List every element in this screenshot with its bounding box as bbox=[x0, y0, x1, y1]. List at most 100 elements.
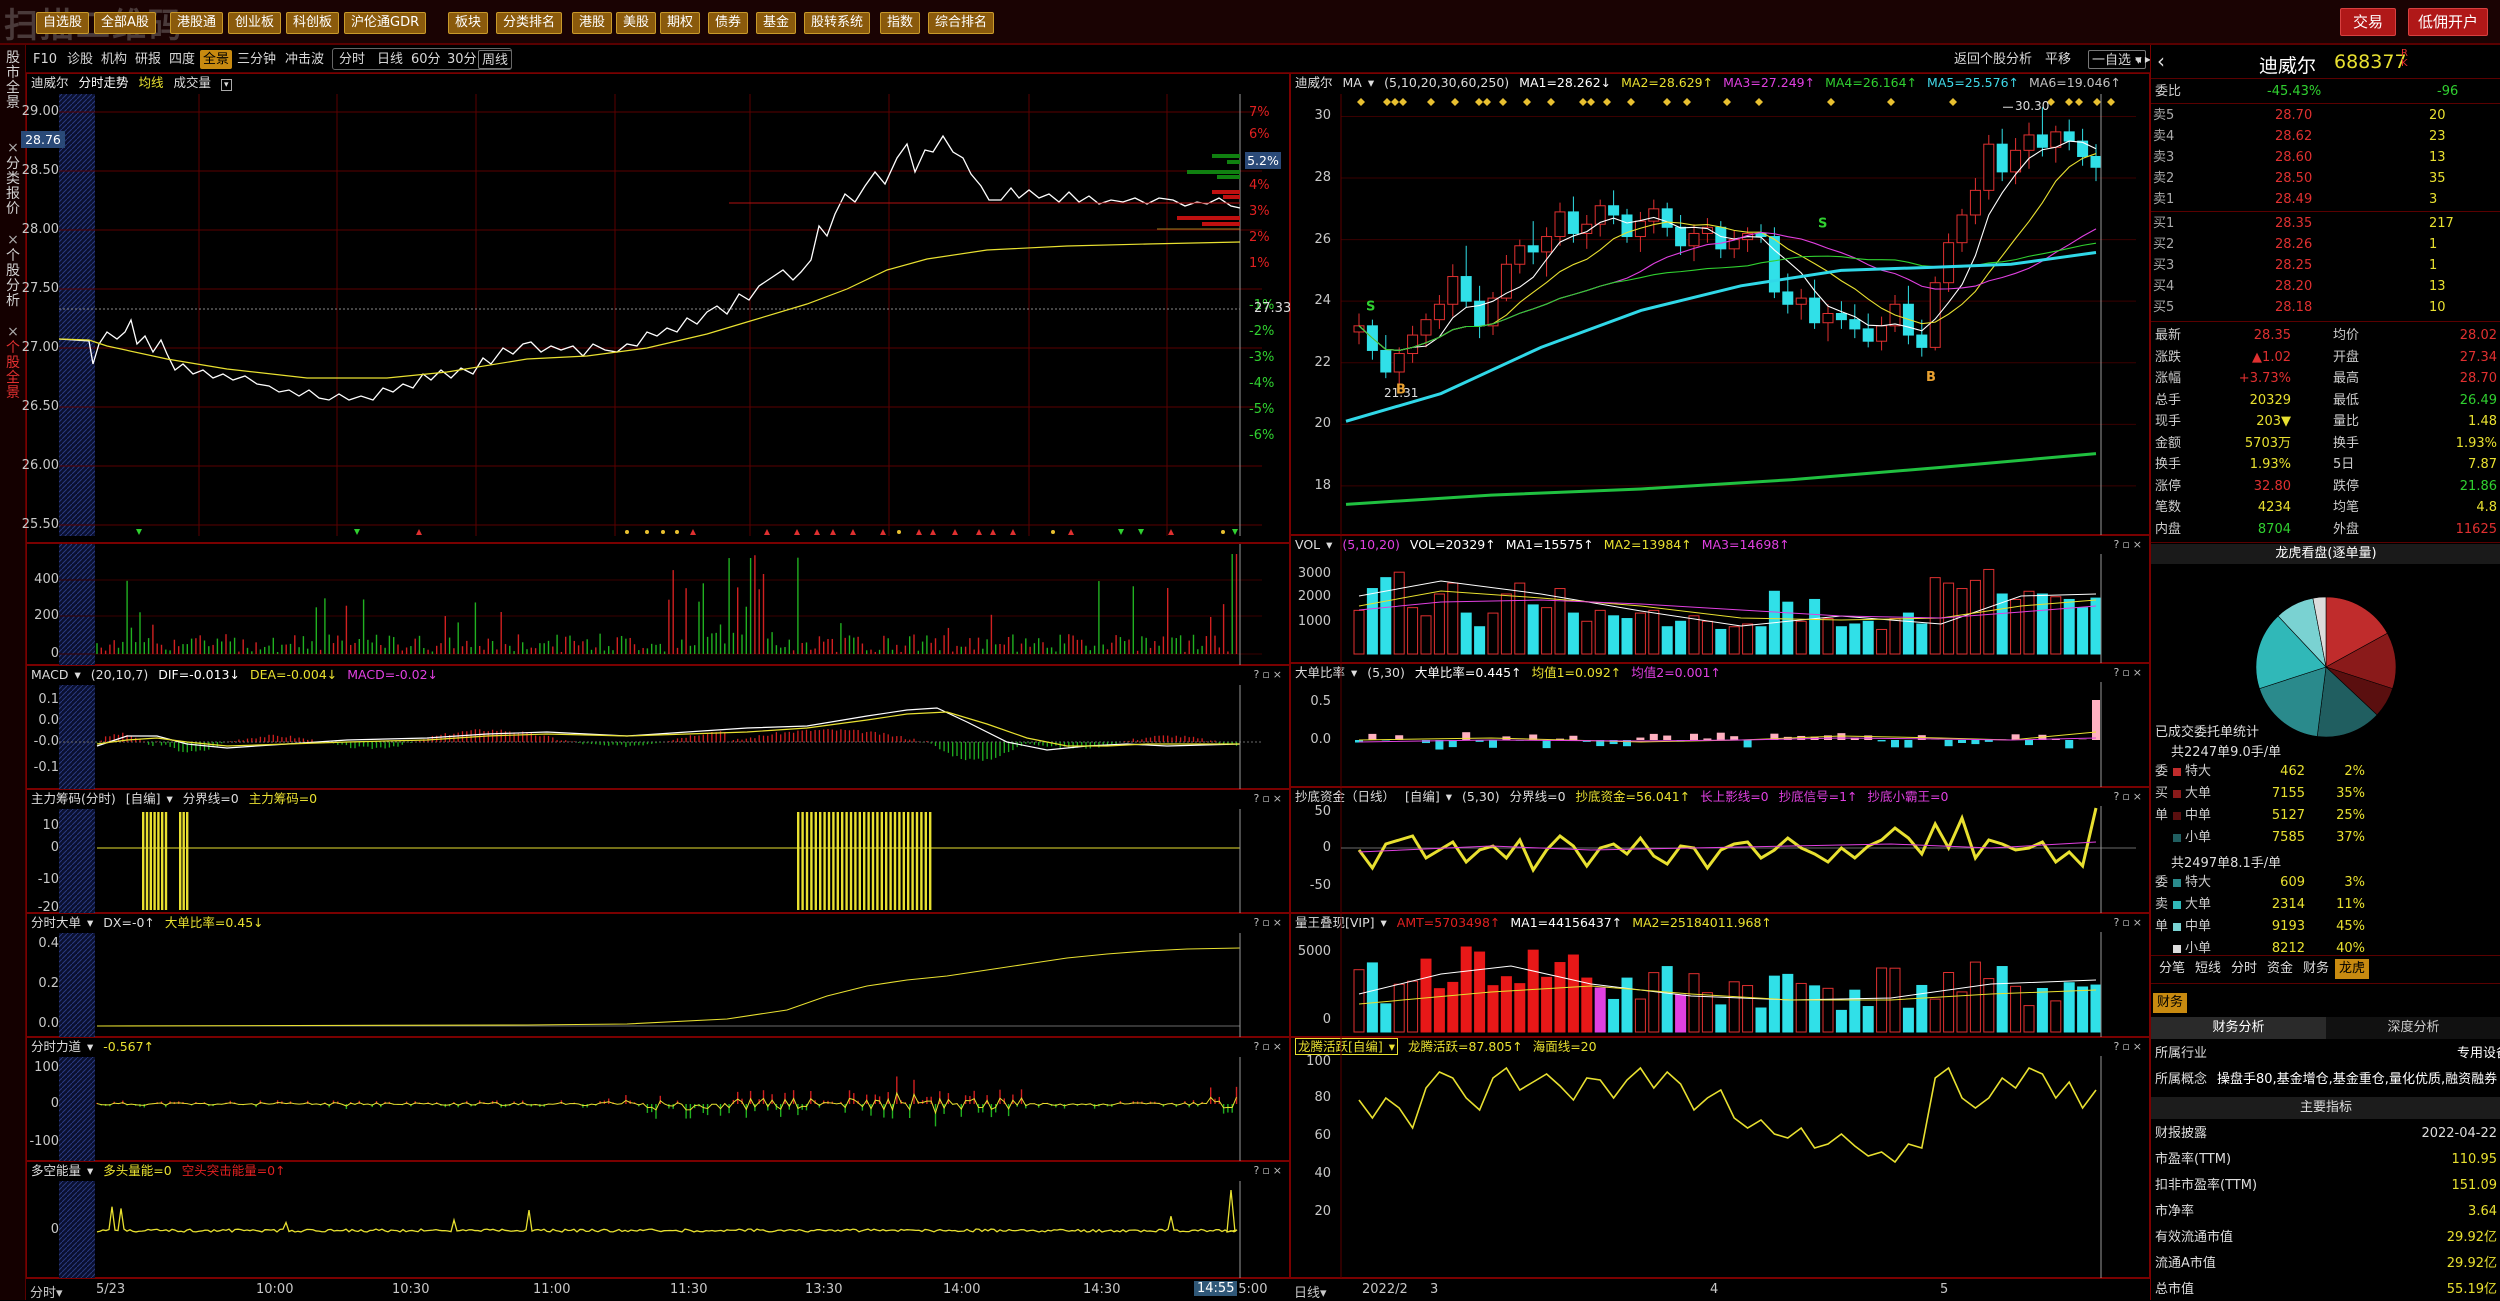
right-tab-1[interactable]: 短线 bbox=[2191, 959, 2225, 979]
toolbar-item-4[interactable]: 四度 bbox=[166, 50, 198, 69]
top-menu-bar: 扫描二维码 自选股全部A股港股通创业板科创板沪伦通GDR板块分类排名港股美股期权… bbox=[0, 0, 2500, 45]
pct-tick: -6% bbox=[1249, 428, 1289, 443]
quote-value: 21.86 bbox=[2401, 476, 2497, 497]
ask-volume: 20 bbox=[2429, 105, 2446, 126]
toolbar-item-3[interactable]: 研报 bbox=[132, 50, 164, 69]
volume-bar bbox=[1836, 627, 1846, 654]
amount-bar bbox=[1702, 993, 1712, 1032]
signal-triangle bbox=[1118, 529, 1124, 535]
bid-price: 28.26 bbox=[2275, 234, 2312, 255]
order-pct: 45% bbox=[2311, 916, 2365, 937]
menu-item[interactable]: 港股 bbox=[572, 12, 612, 34]
trade-button[interactable]: 交易 bbox=[2340, 8, 2396, 36]
ratio-bar bbox=[1730, 736, 1738, 740]
menu-item[interactable]: 股转系统 bbox=[804, 12, 870, 34]
right-tab-4[interactable]: 财务 bbox=[2299, 959, 2333, 979]
depth-bar bbox=[1223, 195, 1240, 199]
signal-diamond bbox=[1587, 98, 1595, 106]
chips-bar bbox=[859, 812, 861, 910]
back-arrow-icon[interactable]: ‹ bbox=[2157, 49, 2165, 73]
menu-item[interactable]: 板块 bbox=[448, 12, 488, 34]
right-tab-5[interactable]: 龙虎 bbox=[2335, 959, 2369, 979]
menu-item[interactable]: 沪伦通GDR bbox=[344, 12, 426, 34]
ratio-bar bbox=[2025, 740, 2033, 745]
menu-item[interactable]: 分类排名 bbox=[496, 12, 562, 34]
back-to-analysis-link[interactable]: 返回个股分析 bbox=[1951, 50, 2035, 69]
pct-tick: -2% bbox=[1249, 324, 1289, 339]
date-axis-mode[interactable]: 日线▾ bbox=[1294, 1282, 1327, 1301]
amount-bar bbox=[1850, 990, 1860, 1032]
metric-row: 流通A市值29.92亿 bbox=[2151, 1253, 2500, 1274]
quote-value: 1.93% bbox=[2401, 433, 2497, 454]
candle-body bbox=[1528, 246, 1538, 252]
menu-item[interactable]: 指数 bbox=[880, 12, 920, 34]
chips-bar bbox=[903, 812, 905, 910]
menu-item[interactable]: 创业板 bbox=[228, 12, 281, 34]
time-tick: 11:30 bbox=[670, 1282, 707, 1297]
finance-analysis-tab[interactable]: 财务分析 bbox=[2151, 1017, 2326, 1039]
vol-plot bbox=[1291, 536, 2151, 664]
chips-bar bbox=[165, 812, 167, 910]
menu-item[interactable]: 美股 bbox=[616, 12, 656, 34]
amount-bar bbox=[1408, 981, 1418, 1032]
menu-item[interactable]: 基金 bbox=[756, 12, 796, 34]
menu-item[interactable]: 全部A股 bbox=[94, 12, 156, 34]
menu-item[interactable]: 自选股 bbox=[36, 12, 89, 34]
buy-row-1: 买128.35217 bbox=[2151, 213, 2500, 234]
candle-body bbox=[1689, 233, 1699, 245]
toolbar-item-2[interactable]: 机构 bbox=[98, 50, 130, 69]
macd-tick: -0.1 bbox=[19, 760, 59, 775]
level-label: 卖5 bbox=[2153, 105, 2174, 126]
side-label: 买 bbox=[2155, 783, 2168, 804]
close-icon[interactable]: × bbox=[3, 325, 23, 340]
signal-diamond bbox=[2075, 98, 2083, 106]
buy-row-3: 买328.251 bbox=[2151, 255, 2500, 276]
tab-market-overview[interactable]: 股市全景 bbox=[3, 51, 23, 111]
menu-item[interactable]: 科创板 bbox=[286, 12, 339, 34]
menu-item[interactable]: 期权 bbox=[660, 12, 700, 34]
right-tab-2[interactable]: 分时 bbox=[2227, 959, 2261, 979]
signal-triangle bbox=[794, 529, 800, 535]
avg-line bbox=[59, 242, 1240, 378]
finance-tab[interactable]: 财务 bbox=[2153, 993, 2187, 1013]
toolbar-item-1[interactable]: 诊股 bbox=[64, 50, 96, 69]
toolbar-item-6[interactable]: 三分钟 bbox=[234, 50, 279, 69]
pre-open-zone bbox=[59, 685, 95, 790]
chips-bar bbox=[872, 812, 874, 910]
close-icon[interactable]: × bbox=[3, 141, 23, 156]
volume-bar bbox=[1622, 619, 1632, 654]
date-tick: 3 bbox=[1430, 1282, 1438, 1297]
menu-item[interactable]: 综合排名 bbox=[928, 12, 994, 34]
volume-bar bbox=[1408, 608, 1418, 654]
pct-tick: 3% bbox=[1249, 204, 1289, 219]
sell-row-3: 卖328.6013 bbox=[2151, 147, 2500, 168]
deep-analysis-tab[interactable]: 深度分析 bbox=[2326, 1017, 2500, 1039]
chart-toolbar: F10诊股机构研报四度全景三分钟冲击波分时日线60分30分周线 返回个股分析 平… bbox=[26, 45, 2150, 73]
toolbar-item-0[interactable]: F10 bbox=[30, 50, 60, 69]
pan-button[interactable]: 平移 bbox=[2042, 50, 2074, 69]
ma250-line bbox=[1346, 454, 2096, 505]
order-count: 462 bbox=[2251, 761, 2305, 782]
rk-badge: R K bbox=[2401, 49, 2409, 69]
date-tick: 2022/2 bbox=[1362, 1282, 1408, 1297]
tick-label: 60 bbox=[1291, 1128, 1331, 1143]
toolbar-item-7[interactable]: 冲击波 bbox=[282, 50, 327, 69]
right-tab-3[interactable]: 资金 bbox=[2263, 959, 2297, 979]
metric-value: 2022-04-22 bbox=[2391, 1123, 2497, 1144]
chips-bar bbox=[142, 812, 144, 910]
chips-bar bbox=[153, 812, 155, 910]
ratio-bar bbox=[1958, 740, 1966, 743]
tab-stock-analysis[interactable]: 个股分析 bbox=[3, 249, 23, 309]
volume-bar bbox=[1609, 616, 1619, 654]
open-account-button[interactable]: 低佣开户 bbox=[2408, 8, 2488, 36]
buy-row-5: 买528.1810 bbox=[2151, 297, 2500, 318]
menu-item[interactable]: 港股通 bbox=[170, 12, 223, 34]
toolbar-item-5[interactable]: 全景 bbox=[200, 50, 232, 69]
right-tab-0[interactable]: 分笔 bbox=[2155, 959, 2189, 979]
bid-volume: 10 bbox=[2429, 297, 2446, 318]
order-count: 2314 bbox=[2251, 894, 2305, 915]
legend-swatch bbox=[2173, 879, 2181, 887]
sell-row-4: 卖428.6223 bbox=[2151, 126, 2500, 147]
time-axis-mode[interactable]: 分时▾ bbox=[30, 1282, 63, 1301]
menu-item[interactable]: 债券 bbox=[708, 12, 748, 34]
